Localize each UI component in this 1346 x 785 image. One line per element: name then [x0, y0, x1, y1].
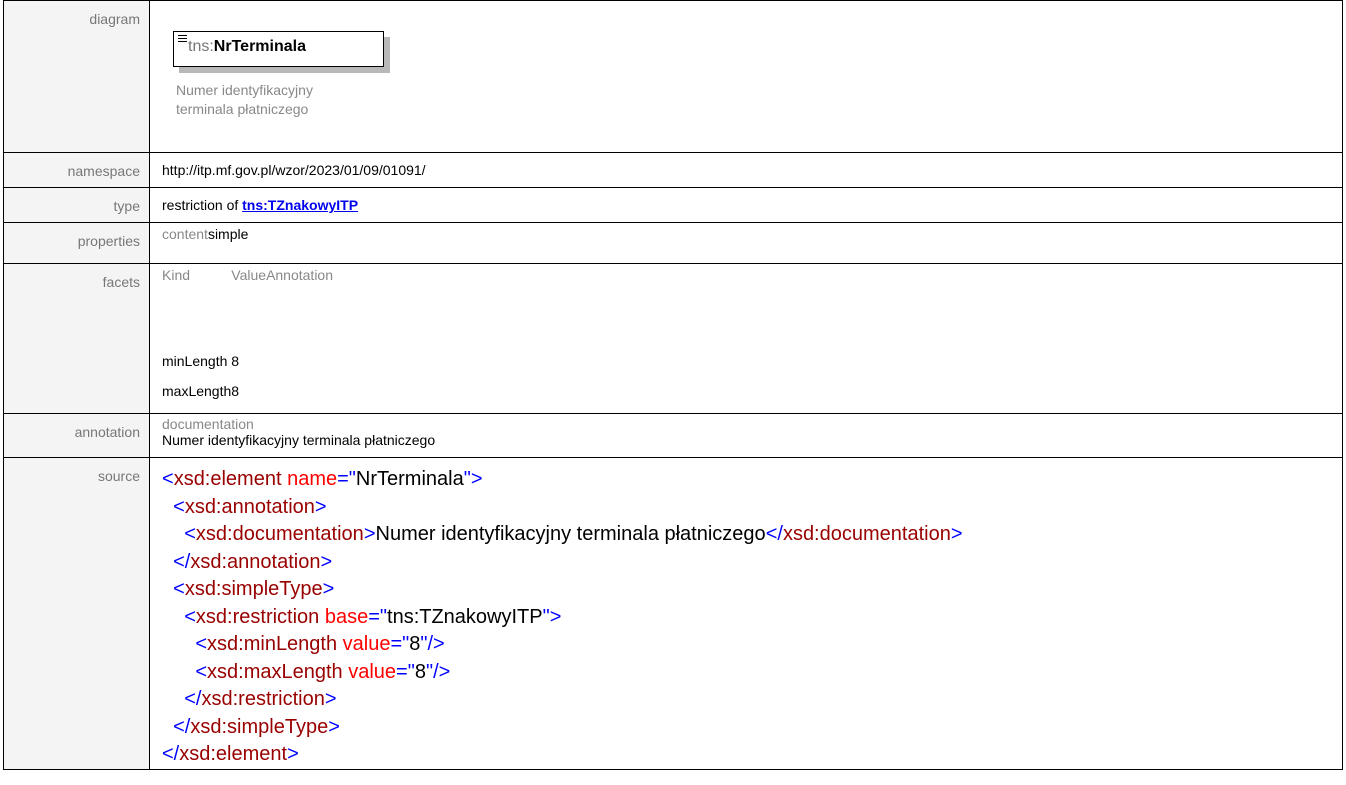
- facet-row: minLength 8: [162, 353, 333, 383]
- element-title: tns:NrTerminala: [188, 38, 306, 56]
- facet-kind: maxLength: [162, 383, 232, 399]
- properties-row: properties content simple: [3, 222, 1343, 264]
- source-line: </xsd:simpleType>: [173, 715, 340, 738]
- facet-kind: minLength: [162, 353, 228, 369]
- namespace-label: namespace: [3, 152, 150, 188]
- facets-header-annotation: Annotation: [266, 267, 334, 283]
- diagram-label: diagram: [3, 0, 150, 153]
- type-row: type restriction of tns:TZnakowyITP: [3, 187, 1343, 223]
- source-code: <xsd:element name="NrTerminala"> <xsd:an…: [162, 458, 1342, 769]
- source-line: </xsd:annotation>: [173, 550, 333, 573]
- source-line: <xsd:minLength value="8"/>: [195, 633, 445, 655]
- facet-row: maxLength 8: [162, 383, 333, 413]
- facet-value: 8: [231, 383, 240, 399]
- element-prefix: tns:: [188, 38, 214, 55]
- type-prefix: restriction of: [162, 197, 243, 213]
- source-line: </xsd:element>: [162, 743, 299, 765]
- properties-table: content simple: [162, 226, 248, 263]
- element-list-icon: [178, 35, 187, 44]
- element-name: NrTerminala: [213, 38, 306, 55]
- source-line: </xsd:restriction>: [184, 688, 337, 710]
- element-doc-line: terminala płatniczego: [176, 101, 309, 117]
- type-label: type: [3, 187, 150, 223]
- element-box[interactable]: tns:NrTerminala: [173, 31, 384, 67]
- source-line: <xsd:annotation>: [173, 495, 327, 518]
- diagram-row: diagram tns:NrTerminala Numer identyfika…: [3, 0, 1343, 153]
- facets-table: Kind Value Annotation minLength 8 maxLen…: [162, 267, 333, 413]
- source-line: <xsd:maxLength value="8"/>: [195, 660, 451, 683]
- annotation-text: Numer identyfikacyjny terminala płatnicz…: [162, 432, 436, 448]
- properties-key: content: [162, 226, 208, 242]
- source-label: source: [3, 457, 150, 770]
- namespace-value: http://itp.mf.gov.pl/wzor/2023/01/09/010…: [162, 162, 426, 178]
- namespace-row: namespace http://itp.mf.gov.pl/wzor/2023…: [3, 152, 1343, 188]
- element-doc-line: Numer identyfikacyjny: [176, 82, 313, 98]
- source-row: source <xsd:element name="NrTerminala"> …: [3, 457, 1343, 770]
- facets-header-value: Value: [231, 267, 267, 283]
- facets-header-kind: Kind: [162, 267, 191, 283]
- schema-doc-table: diagram tns:NrTerminala Numer identyfika…: [3, 0, 1343, 770]
- properties-label: properties: [3, 222, 150, 264]
- annotation-row: annotation documentation Numer identyfik…: [3, 413, 1343, 458]
- annotation-heading: documentation: [162, 416, 254, 432]
- properties-value: simple: [207, 226, 249, 242]
- facet-value: 8: [231, 353, 240, 369]
- element-doc: Numer identyfikacyjny terminala płatnicz…: [176, 81, 416, 119]
- diagram-cell: tns:NrTerminala Numer identyfikacyjny te…: [149, 0, 1343, 153]
- source-line: <xsd:simpleType>: [173, 578, 335, 600]
- facets-row: facets Kind Value Annotation minLength 8…: [3, 263, 1343, 414]
- source-line: <xsd:restriction base="tns:TZnakowyITP">: [184, 605, 562, 628]
- type-link[interactable]: tns:TZnakowyITP: [242, 197, 358, 213]
- source-line: <xsd:element name="NrTerminala">: [162, 468, 483, 490]
- facets-label: facets: [3, 263, 150, 414]
- annotation-label: annotation: [3, 413, 150, 458]
- source-line: <xsd:documentation>Numer identyfikacyjny…: [184, 523, 963, 545]
